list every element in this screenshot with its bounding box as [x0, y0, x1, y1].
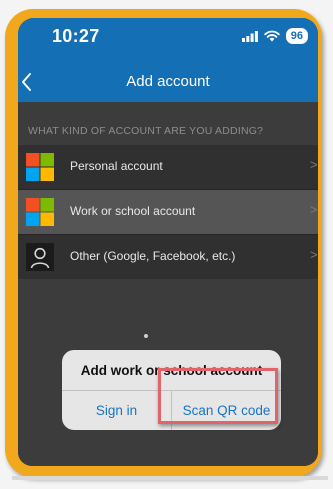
account-option-label: Work or school account	[70, 204, 196, 218]
status-bar: 10:27 96	[18, 18, 318, 62]
section-header: WHAT KIND OF ACCOUNT ARE YOU ADDING?	[28, 125, 264, 137]
account-option-personal[interactable]: Personal account >	[18, 145, 318, 189]
account-option-label: Other (Google, Facebook, etc.)	[70, 249, 236, 263]
highlight-box	[158, 368, 278, 424]
wifi-icon	[264, 30, 280, 42]
status-time: 10:27	[52, 26, 100, 46]
microsoft-logo-icon	[26, 198, 54, 226]
microsoft-logo-icon	[26, 153, 54, 181]
page-indicator-dot	[144, 334, 148, 338]
chevron-right-icon: >	[310, 247, 318, 262]
status-icons: 96	[241, 28, 308, 44]
chevron-right-icon: >	[310, 202, 318, 217]
account-option-other[interactable]: Other (Google, Facebook, etc.) >	[18, 235, 318, 279]
person-icon	[26, 243, 54, 271]
bottom-strip	[12, 476, 328, 480]
nav-bar: Add account	[18, 62, 318, 102]
sign-in-button[interactable]: Sign in	[62, 391, 171, 430]
battery-indicator: 96	[285, 28, 308, 44]
account-option-work-school[interactable]: Work or school account >	[18, 190, 318, 234]
page-title: Add account	[126, 73, 210, 90]
account-option-label: Personal account	[70, 159, 163, 173]
signal-icon	[241, 30, 258, 42]
chevron-right-icon: >	[310, 157, 318, 172]
